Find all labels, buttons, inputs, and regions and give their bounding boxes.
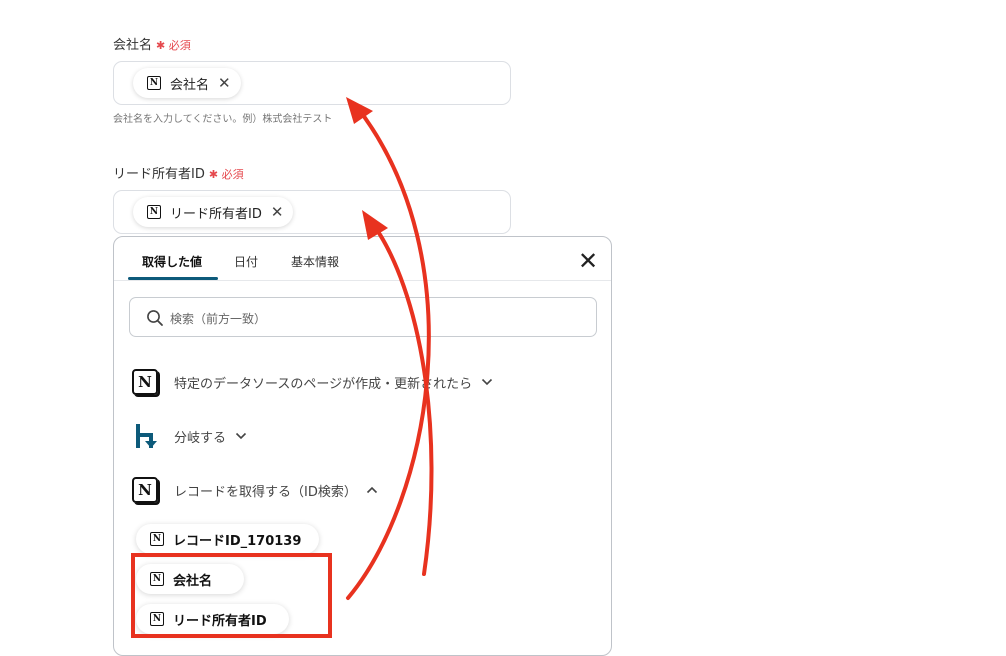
annotation-arrows: [346, 97, 434, 600]
annotation-arrow-company: [346, 105, 431, 600]
annotation-arrowhead-owner: [362, 210, 388, 240]
annotation-arrowhead-company: [346, 97, 373, 124]
annotation-arrow-owner: [371, 222, 434, 576]
